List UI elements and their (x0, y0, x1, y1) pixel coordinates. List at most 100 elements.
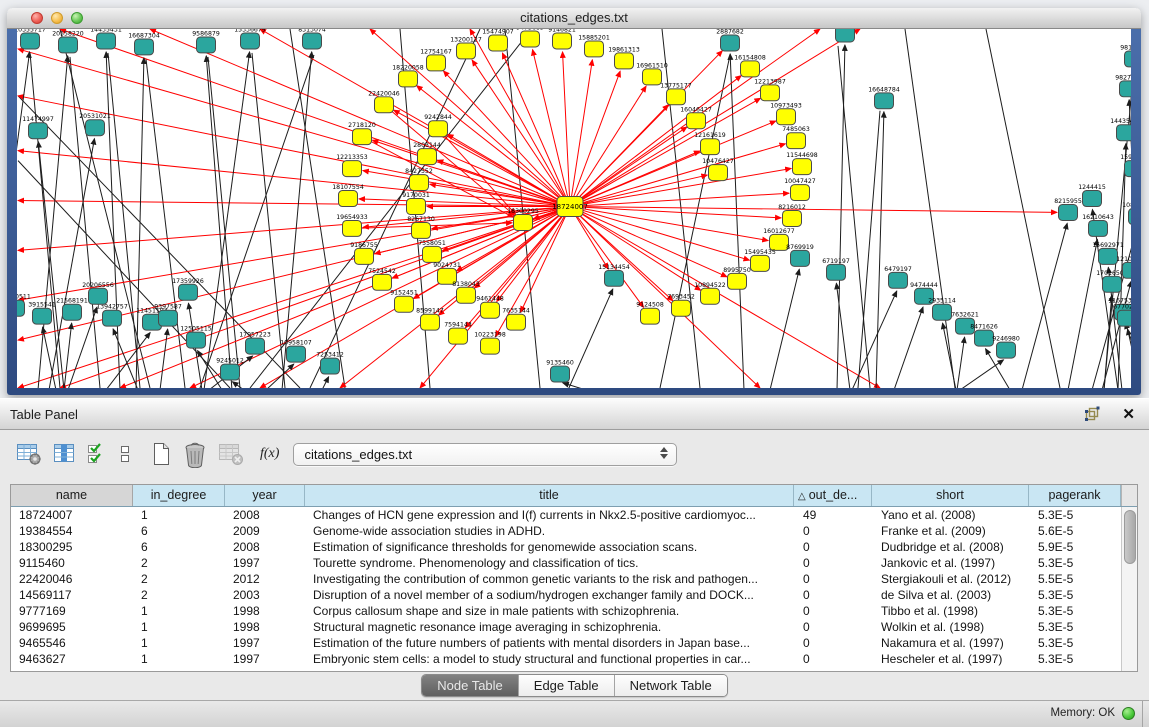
graph-node[interactable] (63, 304, 82, 320)
graph-node[interactable] (875, 93, 894, 109)
graph-node[interactable] (507, 314, 526, 330)
graph-node[interactable] (343, 161, 362, 177)
graph-node[interactable] (221, 364, 240, 380)
graph-node[interactable] (449, 328, 468, 344)
graph-node[interactable] (741, 61, 760, 77)
graph-node[interactable] (933, 304, 952, 320)
graph-node[interactable] (709, 165, 728, 181)
table-row[interactable]: 1830029562008Estimation of significance … (11, 539, 1137, 555)
column-icon[interactable] (52, 442, 76, 466)
table-row[interactable]: 911546021997Tourette syndrome. Phenomeno… (11, 555, 1137, 571)
graph-node[interactable] (791, 250, 810, 266)
column-header-year[interactable]: year (225, 485, 305, 506)
graph-node[interactable] (1120, 81, 1132, 97)
column-header-short[interactable]: short (872, 485, 1029, 506)
column-header-in-degree[interactable]: in_degree (133, 485, 225, 506)
graph-node[interactable] (521, 31, 540, 47)
graph-node[interactable] (197, 37, 216, 53)
trash-icon[interactable] (182, 441, 208, 468)
graph-node[interactable] (86, 120, 105, 136)
graph-node[interactable] (1117, 125, 1132, 141)
graph-node[interactable] (241, 33, 260, 49)
graph-node[interactable] (761, 85, 780, 101)
graph-node[interactable] (1129, 209, 1132, 225)
graph-node[interactable] (728, 273, 747, 289)
graph-node[interactable] (787, 133, 806, 149)
column-header-title[interactable]: title (305, 485, 794, 506)
graph-node[interactable] (997, 342, 1016, 358)
graph-node[interactable] (514, 214, 533, 230)
graph-node[interactable] (421, 314, 440, 330)
new-document-icon[interactable] (150, 441, 172, 467)
graph-node[interactable] (418, 149, 437, 165)
graph-node[interactable] (777, 109, 796, 125)
graph-node[interactable] (33, 308, 52, 324)
graph-node[interactable] (427, 55, 446, 71)
graph-node[interactable] (793, 159, 812, 175)
table-row[interactable]: 946554611997Estimation of the future num… (11, 635, 1137, 651)
table-row[interactable]: 1456911722003Disruption of a novel membe… (11, 587, 1137, 603)
graph-node[interactable] (187, 332, 206, 348)
delete-table-icon[interactable] (218, 442, 244, 466)
table-row[interactable]: 2242004622012Investigating the contribut… (11, 571, 1137, 587)
graph-node[interactable] (407, 199, 426, 215)
graph-node[interactable] (59, 37, 78, 53)
graph-node[interactable] (343, 220, 362, 236)
graph-node[interactable] (641, 308, 660, 324)
graph-node[interactable] (791, 185, 810, 201)
network-canvas[interactable]: 1872400722420046271812012213353181075541… (17, 29, 1131, 388)
table-row[interactable]: 977716911998Corpus callosum shape and si… (11, 603, 1137, 619)
graph-node[interactable] (457, 287, 476, 303)
graph-node[interactable] (1123, 262, 1132, 278)
graph-node[interactable] (355, 248, 374, 264)
graph-node[interactable] (751, 255, 770, 271)
graph-node[interactable] (135, 39, 154, 55)
graph-node[interactable] (687, 113, 706, 129)
tab-edge-table[interactable]: Edge Table (518, 675, 614, 696)
graph-node[interactable] (1103, 276, 1122, 292)
rows-icon[interactable] (118, 442, 132, 466)
column-header-name[interactable]: name (11, 485, 133, 506)
graph-node[interactable] (615, 53, 634, 69)
graph-node[interactable] (97, 33, 116, 49)
graph-node[interactable] (667, 89, 686, 105)
graph-node[interactable] (159, 310, 178, 326)
graph-node[interactable] (1099, 248, 1118, 264)
graph-node[interactable] (410, 175, 429, 191)
function-icon[interactable]: f(x) (260, 446, 279, 462)
memory-ok-indicator[interactable] (1122, 707, 1135, 720)
graph-node[interactable] (1059, 205, 1078, 221)
graph-node[interactable] (287, 346, 306, 362)
graph-node[interactable] (481, 302, 500, 318)
graph-node[interactable] (1118, 310, 1132, 326)
column-header-pagerank[interactable]: pagerank (1029, 485, 1121, 506)
table-row[interactable]: 1938455462009Genome-wide association stu… (11, 523, 1137, 539)
graph-node[interactable] (429, 121, 448, 137)
float-panel-icon[interactable] (1084, 406, 1100, 422)
graph-node[interactable] (553, 33, 572, 49)
graph-node[interactable] (21, 33, 40, 49)
graph-node[interactable] (1089, 220, 1108, 236)
graph-node[interactable] (339, 191, 358, 207)
graph-node[interactable] (975, 330, 994, 346)
graph-node[interactable] (375, 97, 394, 113)
table-row[interactable]: 1872400712008Changes of HCN gene express… (11, 507, 1137, 523)
table-vertical-scrollbar[interactable] (1121, 507, 1137, 671)
select-rows-icon[interactable] (86, 442, 108, 466)
close-panel-icon[interactable]: ✕ (1122, 407, 1135, 422)
table-row[interactable]: 969969511998Structural magnetic resonanc… (11, 619, 1137, 635)
scrollbar-thumb[interactable] (1124, 510, 1136, 564)
graph-node[interactable] (103, 310, 122, 326)
table-row[interactable]: 946362711997Embryonic stem cells: a mode… (11, 651, 1137, 667)
graph-node[interactable] (551, 366, 570, 382)
graph-node[interactable] (1083, 191, 1102, 207)
graph-node[interactable] (412, 222, 431, 238)
graph-node[interactable] (605, 270, 624, 286)
graph-node[interactable] (29, 123, 48, 139)
graph-node[interactable] (701, 288, 720, 304)
graph-node[interactable] (457, 43, 476, 59)
graph-node[interactable] (889, 272, 908, 288)
graph-node[interactable] (17, 300, 25, 316)
graph-node[interactable] (423, 246, 442, 262)
graph-node[interactable] (827, 264, 846, 280)
